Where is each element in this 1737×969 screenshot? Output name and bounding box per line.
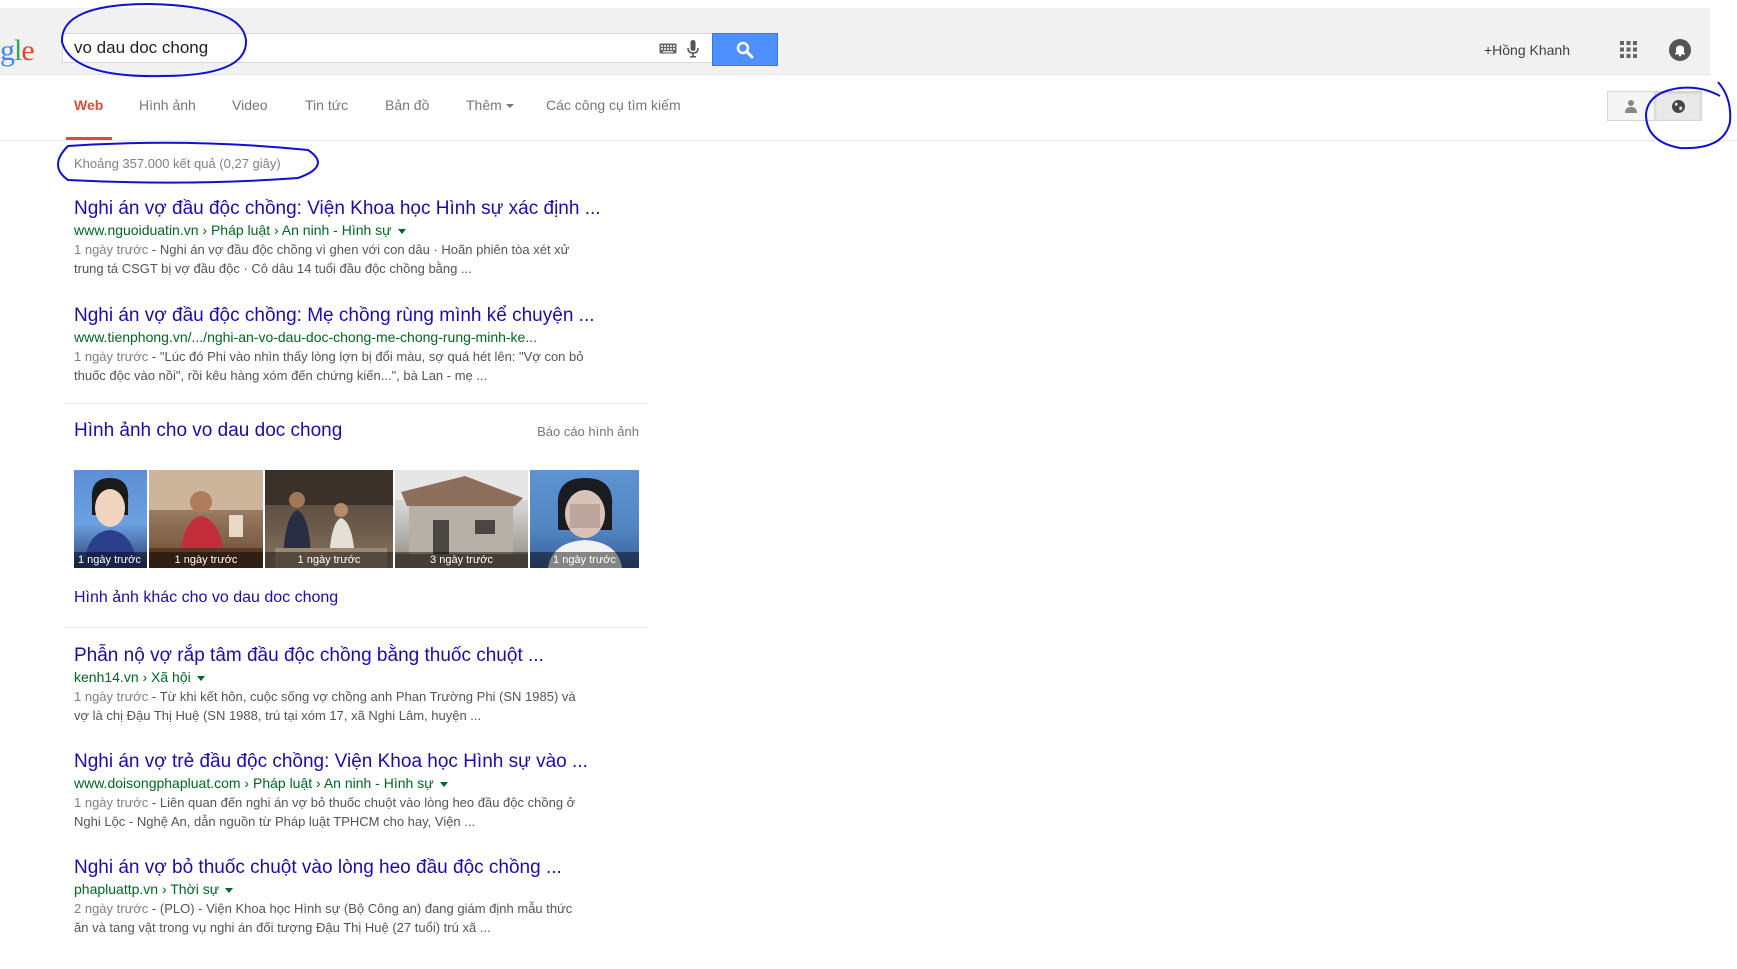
microphone-icon[interactable] (687, 40, 699, 58)
hide-personal-results-button[interactable] (1654, 91, 1702, 121)
snippet-line-1: - (PLO) - Viện Khoa học Hình sự (Bộ Công… (148, 901, 573, 916)
keyboard-icon[interactable] (659, 43, 677, 54)
result-title-link[interactable]: Nghi án vợ đầu độc chồng: Mẹ chồng rùng … (74, 305, 654, 327)
search-result: Nghi án vợ đầu độc chồng: Viện Khoa học … (74, 198, 654, 278)
snippet-line-2: trung tá CSGT bị vợ đầu độc · Cô dâu 14 … (74, 261, 472, 276)
snippet-line-2: vợ là chị Đậu Thị Huệ (SN 1988, trú tại … (74, 708, 482, 723)
thumbnail-caption: 1 ngày trước (265, 552, 393, 568)
result-url: www.doisongphapluat.com › Pháp luật › An… (74, 775, 654, 791)
tab-images[interactable]: Hình ảnh (139, 97, 196, 113)
personal-results-button[interactable] (1607, 91, 1655, 121)
image-thumbnail[interactable]: 1 ngày trước (530, 470, 639, 568)
result-title-link[interactable]: Nghi án vợ bỏ thuốc chuột vào lòng heo đ… (74, 857, 654, 879)
thumbnail-caption: 3 ngày trước (395, 552, 528, 568)
result-date: 1 ngày trước (74, 242, 149, 257)
notification-bell-icon[interactable] (1669, 39, 1691, 61)
result-snippet: 2 ngày trước - (PLO) - Viện Khoa học Hìn… (74, 899, 654, 937)
search-input[interactable] (74, 34, 634, 62)
tab-news[interactable]: Tin tức (305, 97, 348, 113)
tab-more-label: Thêm (466, 97, 502, 113)
dropdown-arrow-icon[interactable] (397, 228, 406, 234)
dropdown-arrow-icon[interactable] (225, 887, 234, 893)
chevron-down-icon (505, 104, 514, 109)
search-box[interactable] (62, 33, 712, 63)
result-url-text: www.doisongphapluat.com › Pháp luật › An… (74, 775, 434, 791)
tab-video[interactable]: Video (232, 97, 268, 113)
search-result: Nghi án vợ trẻ đầu độc chồng: Viện Khoa … (74, 751, 654, 831)
search-result: Phẫn nộ vợ rắp tâm đầu độc chồng bằng th… (74, 645, 654, 725)
result-stats: Khoảng 357.000 kết quả (0,27 giây) (74, 156, 281, 171)
dropdown-arrow-icon[interactable] (196, 675, 205, 681)
result-snippet: 1 ngày trước - Liên quan đến nghi án vợ … (74, 793, 654, 831)
thumbnail-caption: 1 ngày trước (530, 552, 639, 568)
tab-maps[interactable]: Bản đồ (385, 97, 429, 113)
globe-icon (1672, 100, 1685, 113)
tab-more[interactable]: Thêm (466, 97, 514, 113)
result-url-text: www.nguoiduatin.vn › Pháp luật › An ninh… (74, 222, 392, 238)
snippet-line-2: ăn và tang vật trong vụ nghi án đối tượn… (74, 920, 491, 935)
top-bar: gle +Hồng Khanh (0, 8, 1710, 75)
result-date: 1 ngày trước (74, 349, 149, 364)
result-date: 2 ngày trước (74, 901, 149, 916)
user-name-link[interactable]: +Hồng Khanh (1484, 42, 1570, 58)
result-title-link[interactable]: Nghi án vợ trẻ đầu độc chồng: Viện Khoa … (74, 751, 654, 773)
result-title-link[interactable]: Phẫn nộ vợ rắp tâm đầu độc chồng bằng th… (74, 645, 654, 667)
search-icon (736, 41, 754, 59)
section-divider (66, 627, 648, 628)
snippet-line-1: - Nghi án vợ đầu độc chồng vì ghen với c… (148, 242, 570, 257)
result-snippet: 1 ngày trước - Từ khi kết hôn, cuộc sống… (74, 687, 654, 725)
search-button[interactable] (712, 33, 778, 66)
snippet-line-1: - "Lúc đó Phi vào nhìn thấy lòng lợn bị … (148, 349, 584, 364)
result-date: 1 ngày trước (74, 795, 149, 810)
search-result: Nghi án vợ bỏ thuốc chuột vào lòng heo đ… (74, 857, 654, 937)
report-images-link[interactable]: Báo cáo hình ảnh (537, 424, 639, 439)
result-snippet: 1 ngày trước - Nghi án vợ đầu độc chồng … (74, 240, 654, 278)
snippet-line-2: Nghi Lộc - Nghệ An, dẫn nguồn từ Pháp lu… (74, 814, 476, 829)
result-url: kenh14.vn › Xã hội (74, 669, 654, 685)
image-thumbnail[interactable]: 1 ngày trước (149, 470, 263, 568)
search-result: Nghi án vợ đầu độc chồng: Mẹ chồng rùng … (74, 305, 654, 385)
apps-grid-icon[interactable] (1620, 41, 1637, 58)
image-pack-header: Hình ảnh cho vo dau doc chong Báo cáo hì… (74, 420, 639, 442)
person-icon (1625, 100, 1637, 113)
section-divider (66, 403, 648, 404)
result-date: 1 ngày trước (74, 689, 149, 704)
tab-web[interactable]: Web (74, 97, 103, 113)
image-thumbnail[interactable]: 1 ngày trước (265, 470, 393, 568)
result-url: www.nguoiduatin.vn › Pháp luật › An ninh… (74, 222, 654, 238)
google-logo[interactable]: gle (0, 34, 35, 68)
result-title-link[interactable]: Nghi án vợ đầu độc chồng: Viện Khoa học … (74, 198, 654, 220)
dropdown-arrow-icon[interactable] (439, 781, 448, 787)
result-url-text: phapluattp.vn › Thời sự (74, 881, 220, 897)
result-url: www.tienphong.vn/.../nghi-an-vo-dau-doc-… (74, 329, 654, 345)
snippet-line-1: - Liên quan đến nghi án vợ bỏ thuốc chuộ… (148, 795, 576, 810)
active-tab-indicator (66, 137, 112, 140)
thumbnail-caption: 1 ngày trước (74, 552, 147, 568)
snippet-line-2: thuốc độc vào nồi", rồi kêu hàng xóm đến… (74, 368, 488, 383)
thumbnail-caption: 1 ngày trước (149, 552, 263, 568)
result-snippet: 1 ngày trước - "Lúc đó Phi vào nhìn thấy… (74, 347, 654, 385)
image-thumbnail[interactable]: 1 ngày trước (74, 470, 147, 568)
result-url: phapluattp.vn › Thời sự (74, 881, 654, 897)
result-url-text: kenh14.vn › Xã hội (74, 669, 191, 685)
image-thumbnail[interactable]: 3 ngày trước (395, 470, 528, 568)
image-pack-title-link[interactable]: Hình ảnh cho vo dau doc chong (74, 420, 342, 441)
tab-search-tools[interactable]: Các công cụ tìm kiếm (546, 97, 681, 113)
search-nav-tabs: Web Hình ảnh Video Tin tức Bản đồ Thêm C… (0, 75, 1737, 141)
snippet-line-1: - Từ khi kết hôn, cuộc sống vợ chồng anh… (148, 689, 576, 704)
result-url-text: www.tienphong.vn/.../nghi-an-vo-dau-doc-… (74, 329, 538, 345)
more-images-link[interactable]: Hình ảnh khác cho vo dau doc chong (74, 589, 338, 607)
